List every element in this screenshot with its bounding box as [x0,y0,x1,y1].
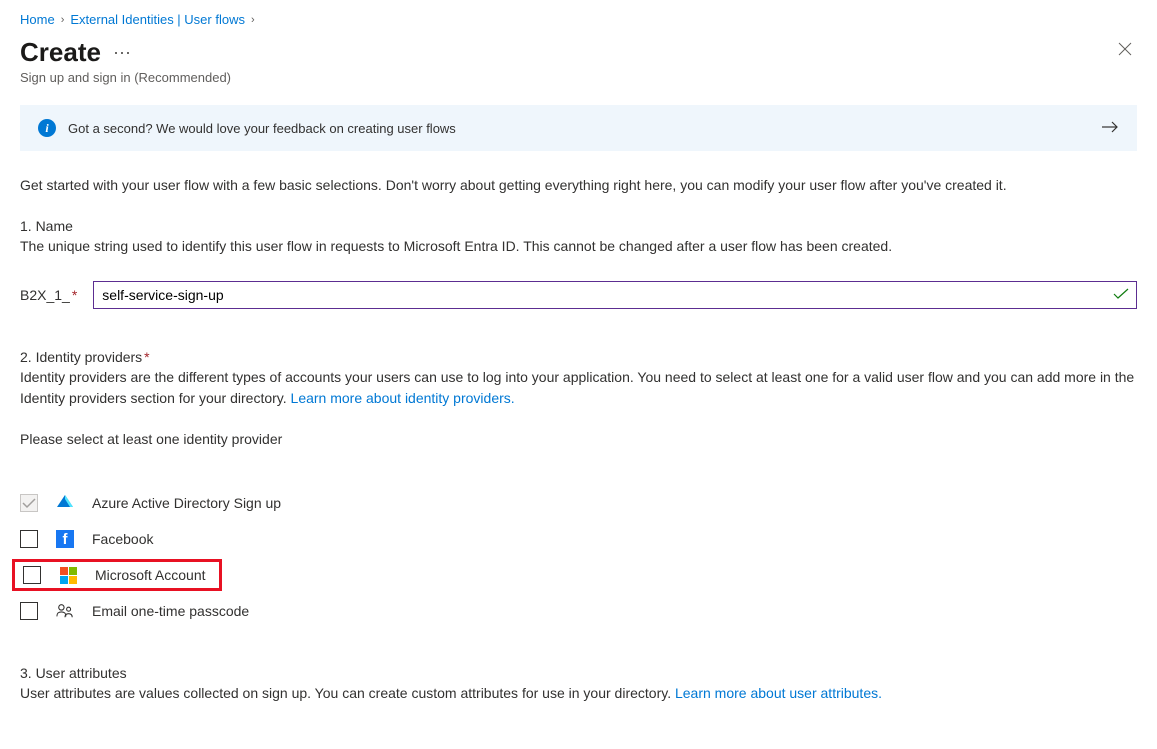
user-flow-name-input[interactable] [93,281,1137,309]
breadcrumb-external-identities[interactable]: External Identities | User flows [70,12,245,27]
feedback-text: Got a second? We would love your feedbac… [68,121,1089,136]
breadcrumb-home[interactable]: Home [20,12,55,27]
arrow-right-icon [1101,120,1119,136]
feedback-banner[interactable]: i Got a second? We would love your feedb… [20,105,1137,151]
idp-item-aad: Azure Active Directory Sign up [20,485,1137,521]
attr-section-label: 3. User attributes [20,665,1137,681]
idp-item-microsoft-highlighted: Microsoft Account [12,559,222,591]
idp-checkbox-facebook[interactable] [20,530,38,548]
idp-label-email-otp: Email one-time passcode [92,603,249,619]
info-icon: i [38,119,56,137]
close-button[interactable] [1113,37,1137,64]
idp-list: Azure Active Directory Sign up f Faceboo… [20,485,1137,629]
idp-learn-more-link[interactable]: Learn more about identity providers. [291,390,515,406]
idp-section-label: 2. Identity providers* [20,349,1137,365]
page-subtitle: Sign up and sign in (Recommended) [20,70,231,85]
name-section-desc: The unique string used to identify this … [20,236,1137,257]
valid-check-icon [1113,287,1129,303]
idp-checkbox-microsoft[interactable] [23,566,41,584]
idp-item-facebook: f Facebook [20,521,1137,557]
name-prefix: B2X_1_* [20,287,77,303]
email-otp-icon [56,602,74,620]
more-actions-button[interactable]: ⋯ [113,44,132,62]
attr-learn-more-link[interactable]: Learn more about user attributes. [675,685,882,701]
breadcrumb: Home › External Identities | User flows … [20,12,1137,27]
chevron-right-icon: › [251,14,255,26]
intro-text: Get started with your user flow with a f… [20,175,1137,196]
facebook-icon: f [56,530,74,548]
idp-checkbox-aad [20,494,38,512]
idp-label-aad: Azure Active Directory Sign up [92,495,281,511]
idp-item-email-otp: Email one-time passcode [20,593,1137,629]
idp-section-desc: Identity providers are the different typ… [20,367,1137,409]
microsoft-icon [59,566,77,584]
idp-label-facebook: Facebook [92,531,153,547]
page-title: Create [20,37,101,68]
close-icon [1117,41,1133,57]
page-header: Create ⋯ Sign up and sign in (Recommende… [20,37,1137,85]
idp-label-microsoft: Microsoft Account [95,567,206,583]
chevron-right-icon: › [61,14,65,26]
name-section-label: 1. Name [20,218,1137,234]
azure-ad-icon [56,494,74,512]
idp-instruction: Please select at least one identity prov… [20,431,1137,447]
name-input-row: B2X_1_* [20,281,1137,309]
attr-section-desc: User attributes are values collected on … [20,683,1137,704]
idp-checkbox-email-otp[interactable] [20,602,38,620]
